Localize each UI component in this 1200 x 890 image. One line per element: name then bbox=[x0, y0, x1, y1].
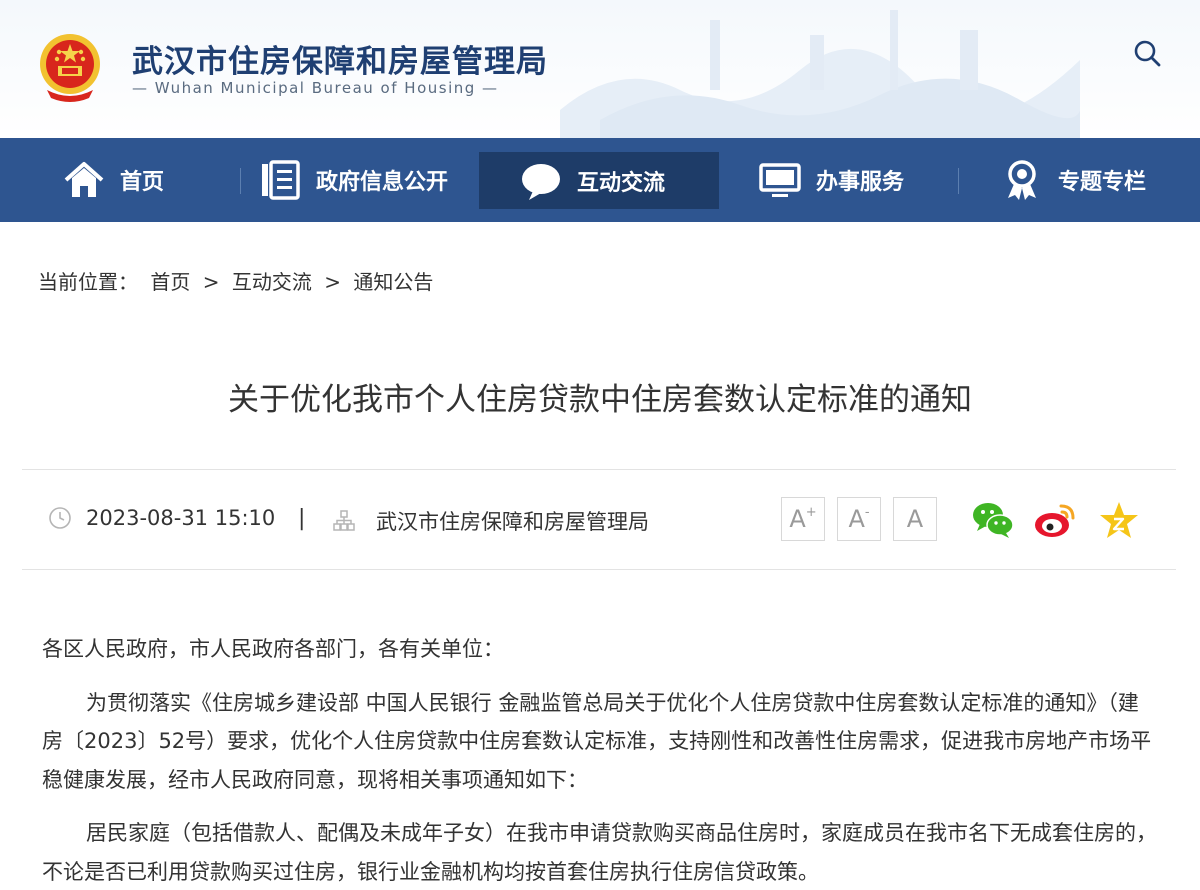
favorite-star-icon[interactable] bbox=[1097, 500, 1141, 540]
search-icon[interactable] bbox=[1132, 38, 1164, 70]
article-title: 关于优化我市个人住房贷款中住房套数认定标准的通知 bbox=[228, 382, 972, 418]
nav-item-topics[interactable]: 专题专栏 bbox=[1000, 138, 1146, 222]
site-subtitle: — Wuhan Municipal Bureau of Housing — bbox=[132, 79, 499, 97]
salutation-paragraph: 各区人民政府，市人民政府各部门，各有关单位： bbox=[42, 637, 504, 661]
nav-divider bbox=[240, 168, 241, 194]
clock-icon bbox=[49, 507, 71, 529]
nav-item-label: 专题专栏 bbox=[1058, 170, 1147, 195]
document-list-icon bbox=[258, 158, 302, 202]
nav-item-services[interactable]: 办事服务 bbox=[758, 138, 904, 222]
home-icon bbox=[62, 158, 106, 202]
site-title[interactable]: 武汉市住房保障和房屋管理局 bbox=[132, 36, 548, 81]
breadcrumb-link-interaction[interactable]: 互动交流 bbox=[232, 270, 312, 294]
font-reset-label: A bbox=[906, 505, 924, 533]
site-header: 武汉市住房保障和房屋管理局 — Wuhan Municipal Bureau o… bbox=[0, 0, 1200, 138]
font-decrease-label: A bbox=[848, 505, 865, 533]
font-increase-sup: + bbox=[805, 504, 817, 520]
breadcrumb-link-home[interactable]: 首页 bbox=[150, 270, 190, 294]
breadcrumb-link-notices[interactable]: 通知公告 bbox=[353, 270, 433, 294]
ribbon-award-icon bbox=[1000, 158, 1044, 202]
chat-bubble-icon bbox=[519, 159, 563, 203]
breadcrumb-separator: > bbox=[324, 270, 341, 294]
publish-datetime: 2023-08-31 15:10 bbox=[86, 506, 276, 530]
font-increase-label: A bbox=[789, 505, 806, 533]
monitor-icon bbox=[758, 158, 802, 202]
city-skyline-decoration bbox=[560, 10, 1080, 138]
article-meta-bar: 2023-08-31 15:10 | 武汉市住房保障和房屋管理局 A + A- A bbox=[22, 469, 1176, 570]
nav-item-interaction[interactable]: 互动交流 bbox=[479, 152, 719, 209]
body-paragraph: 为贯彻落实《住房城乡建设部 中国人民银行 金融监管总局关于优化个人住房贷款中住房… bbox=[42, 690, 1152, 792]
font-decrease-sup: - bbox=[864, 504, 870, 520]
article-body: 各区人民政府，市人民政府各部门，各有关单位： 为贯彻落实《住房城乡建设部 中国人… bbox=[42, 630, 1158, 890]
nav-item-label: 政府信息公开 bbox=[316, 170, 449, 195]
font-reset-button[interactable]: A bbox=[893, 497, 937, 541]
nav-divider bbox=[958, 168, 959, 194]
body-paragraph: 居民家庭（包括借款人、配偶及未成年子女）在我市申请贷款购买商品住房时，家庭成员在… bbox=[42, 821, 1157, 884]
breadcrumb-prefix: 当前位置： bbox=[38, 270, 138, 294]
breadcrumb: 当前位置： 首页 > 互动交流 > 通知公告 bbox=[38, 266, 439, 295]
meta-divider: | bbox=[298, 506, 306, 531]
font-decrease-button[interactable]: A- bbox=[837, 497, 881, 541]
nav-item-label: 首页 bbox=[120, 170, 165, 195]
nav-item-home[interactable]: 首页 bbox=[62, 138, 164, 222]
nav-item-label: 互动交流 bbox=[577, 170, 666, 196]
wechat-icon[interactable] bbox=[971, 500, 1015, 540]
nav-item-gov-info[interactable]: 政府信息公开 bbox=[258, 138, 448, 222]
publish-time: 2023-08-31 15:10 bbox=[48, 506, 275, 530]
nav-item-label: 办事服务 bbox=[816, 170, 905, 195]
font-increase-button[interactable]: A + bbox=[781, 497, 825, 541]
article-source: 武汉市住房保障和房屋管理局 bbox=[332, 506, 649, 536]
organization-icon bbox=[333, 510, 355, 531]
breadcrumb-separator: > bbox=[202, 270, 220, 294]
weibo-icon[interactable] bbox=[1033, 500, 1077, 540]
main-nav: 首页 政府信息公开 互动交流 办事服务 专题专栏 bbox=[0, 138, 1200, 222]
national-emblem-icon bbox=[40, 34, 100, 102]
source-name: 武汉市住房保障和房屋管理局 bbox=[376, 510, 649, 534]
